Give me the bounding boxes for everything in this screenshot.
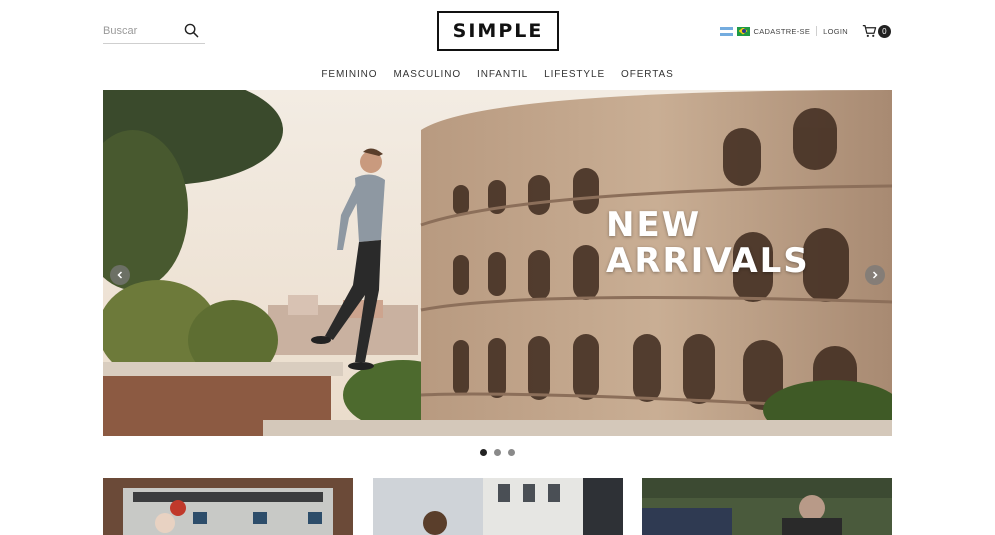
search-input[interactable]: [103, 22, 181, 40]
category-image-1: [103, 478, 353, 535]
hero-title-line-2: ARRIVALS: [606, 240, 810, 281]
hero-banner[interactable]: NEW ARRIVALS: [103, 90, 892, 436]
cart-button[interactable]: 0: [862, 24, 891, 38]
nav-item-infantil[interactable]: INFANTIL: [469, 69, 536, 80]
carousel-dot-1[interactable]: [480, 449, 487, 456]
logo[interactable]: SIMPLE: [437, 11, 559, 51]
register-link[interactable]: CADASTRE-SE: [754, 27, 811, 36]
carousel-next-button[interactable]: [865, 265, 885, 285]
carousel-dot-2[interactable]: [494, 449, 501, 456]
category-card-3[interactable]: [642, 478, 892, 535]
search-box: [103, 20, 205, 44]
account-bar: CADASTRE-SE LOGIN 0: [719, 22, 891, 40]
hero-title-line-1: NEW: [606, 205, 702, 245]
cart-count-badge: 0: [878, 24, 891, 38]
chevron-right-icon: [872, 271, 878, 279]
chevron-left-icon: [117, 271, 123, 279]
cart-icon: [862, 24, 877, 37]
search-icon[interactable]: [184, 23, 199, 38]
nav-item-masculino[interactable]: MASCULINO: [385, 69, 469, 80]
category-image-3: [642, 478, 892, 535]
carousel-prev-button[interactable]: [110, 265, 130, 285]
hero-title: NEW ARRIVALS: [606, 205, 810, 281]
nav-item-ofertas[interactable]: OFERTAS: [613, 69, 682, 80]
carousel-dots: [480, 449, 515, 456]
argentina-flag-icon[interactable]: [719, 26, 733, 36]
main-nav: FEMININO MASCULINO INFANTIL LIFESTYLE OF…: [0, 69, 995, 80]
category-card-1[interactable]: [103, 478, 353, 535]
carousel-dot-3[interactable]: [508, 449, 515, 456]
category-card-2[interactable]: [373, 478, 623, 535]
brazil-flag-icon[interactable]: [736, 26, 750, 36]
nav-item-lifestyle[interactable]: LIFESTYLE: [536, 69, 613, 80]
login-link[interactable]: LOGIN: [823, 27, 848, 36]
category-image-2: [373, 478, 623, 535]
divider: [816, 26, 818, 36]
nav-item-feminino[interactable]: FEMININO: [313, 69, 385, 80]
